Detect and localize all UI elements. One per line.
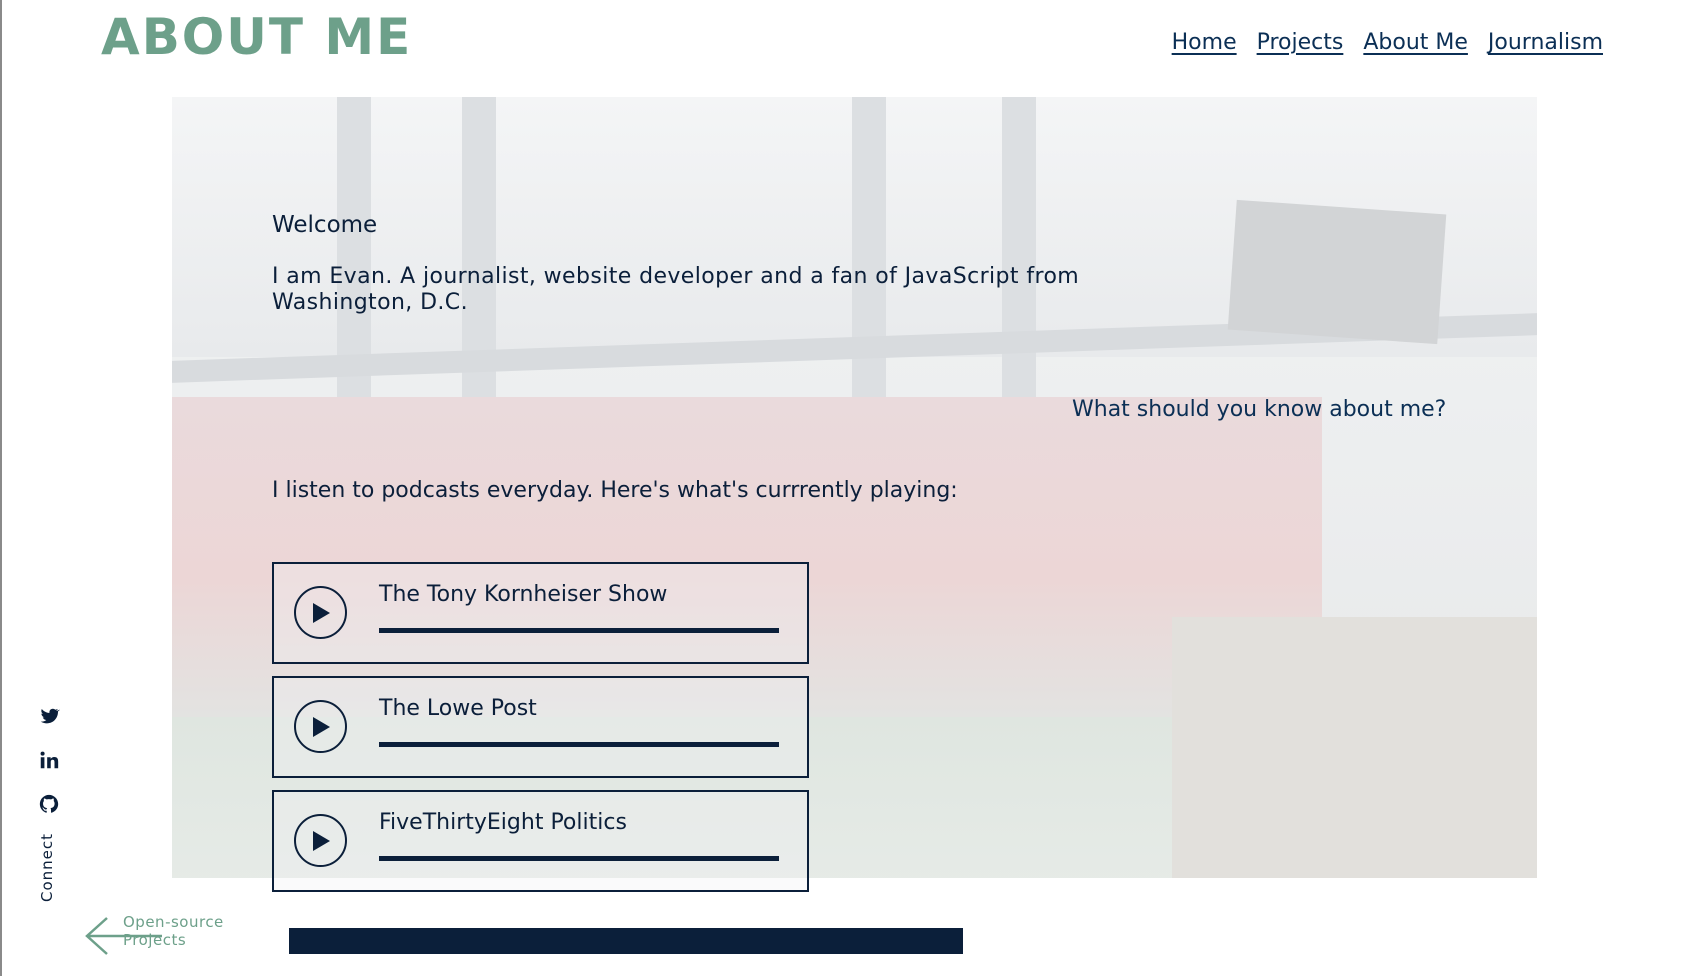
- podcast-title: FiveThirtyEight Politics: [379, 810, 627, 835]
- play-button[interactable]: [294, 586, 347, 639]
- scroll-indicator-bar: [289, 928, 963, 954]
- play-button[interactable]: [294, 814, 347, 867]
- nav-journalism-link[interactable]: Journalism: [1488, 30, 1603, 55]
- podcast-title: The Lowe Post: [379, 696, 537, 721]
- podcast-player: FiveThirtyEight Politics: [272, 790, 809, 892]
- twitter-icon[interactable]: [38, 705, 60, 727]
- window-edge: [0, 0, 2, 976]
- play-icon: [312, 716, 330, 737]
- play-icon: [312, 602, 330, 623]
- play-button[interactable]: [294, 700, 347, 753]
- bg-pillar: [337, 97, 371, 397]
- page-title: ABOUT ME: [101, 8, 413, 66]
- social-links: [38, 705, 60, 837]
- welcome-heading: Welcome: [272, 212, 378, 238]
- podcast-intro-text: I listen to podcasts everyday. Here's wh…: [272, 478, 958, 503]
- github-icon[interactable]: [38, 793, 60, 815]
- linkedin-icon[interactable]: [38, 749, 60, 771]
- connect-label: Connect: [38, 832, 56, 902]
- nav-about-link[interactable]: About Me: [1363, 30, 1468, 55]
- progress-bar[interactable]: [379, 742, 779, 747]
- nav-home-link[interactable]: Home: [1172, 30, 1237, 55]
- bg-tv: [1227, 199, 1447, 345]
- previous-page-link[interactable]: Open-source Projects: [85, 910, 285, 960]
- nav-projects-link[interactable]: Projects: [1257, 30, 1344, 55]
- intro-text: I am Evan. A journalist, website develop…: [272, 264, 1080, 315]
- bg-desk: [1172, 617, 1537, 878]
- question-text: What should you know about me?: [1072, 397, 1447, 422]
- progress-bar[interactable]: [379, 628, 779, 633]
- podcast-player: The Lowe Post: [272, 676, 809, 778]
- podcast-title: The Tony Kornheiser Show: [379, 582, 668, 607]
- previous-page-label: Open-source Projects: [123, 913, 224, 949]
- progress-bar[interactable]: [379, 856, 779, 861]
- main-nav: Home Projects About Me Journalism: [1172, 30, 1603, 55]
- play-icon: [312, 830, 330, 851]
- podcast-player: The Tony Kornheiser Show: [272, 562, 809, 664]
